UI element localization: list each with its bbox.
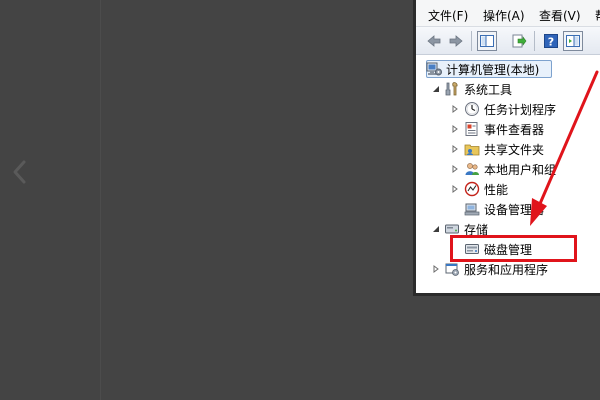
show-hide-console-tree-icon bbox=[480, 35, 494, 47]
expand-arrow-icon[interactable] bbox=[451, 165, 459, 173]
menu-help[interactable]: 帮 bbox=[595, 7, 600, 24]
tree-node-label: 共享文件夹 bbox=[484, 142, 545, 157]
tree-node-label: 事件查看器 bbox=[484, 122, 545, 137]
show-hide-action-pane-icon bbox=[566, 35, 580, 47]
toolbar-separator bbox=[471, 31, 472, 51]
export-list-button[interactable] bbox=[509, 31, 529, 51]
show-hide-console-tree-button[interactable] bbox=[477, 31, 497, 51]
help-button[interactable]: ? bbox=[541, 31, 561, 51]
previous-image-arrow-icon[interactable] bbox=[6, 154, 34, 190]
device-manager-icon bbox=[464, 203, 480, 216]
collapse-arrow-icon[interactable] bbox=[432, 85, 440, 93]
tree-node-shared-folders[interactable]: 共享文件夹 bbox=[464, 139, 544, 159]
tree-node-event-viewer[interactable]: 事件查看器 bbox=[464, 119, 544, 139]
expand-arrow-icon[interactable] bbox=[451, 145, 459, 153]
tree-node-label: 计算机管理(本地) bbox=[446, 62, 540, 77]
forward-button[interactable] bbox=[446, 31, 466, 51]
tree-node-task-scheduler[interactable]: 任务计划程序 bbox=[464, 99, 556, 119]
tree-node-label: 服务和应用程序 bbox=[464, 262, 549, 277]
tree-node-label: 性能 bbox=[484, 182, 509, 197]
back-arrow-icon bbox=[427, 35, 441, 47]
menu-bar: 文件(F) 操作(A) 查看(V) 帮 bbox=[416, 0, 600, 27]
performance-icon bbox=[464, 181, 480, 197]
users-icon bbox=[465, 163, 479, 175]
viewer-divider bbox=[100, 0, 101, 400]
event-viewer-icon bbox=[465, 122, 478, 136]
annotation-highlight-box bbox=[450, 235, 577, 262]
expand-arrow-icon[interactable] bbox=[451, 105, 459, 113]
show-hide-action-pane-button[interactable] bbox=[563, 31, 583, 51]
expand-arrow-icon[interactable] bbox=[451, 185, 459, 193]
tree-node-computer-management[interactable]: 计算机管理(本地) bbox=[426, 59, 539, 79]
toolbar: ? bbox=[416, 27, 600, 55]
menu-action[interactable]: 操作(A) bbox=[483, 7, 525, 24]
toolbar-separator bbox=[534, 31, 535, 51]
tree-node-local-users-groups[interactable]: 本地用户和组 bbox=[464, 159, 556, 179]
computer-management-icon bbox=[426, 62, 442, 76]
collapse-arrow-icon[interactable] bbox=[432, 225, 440, 233]
tree-node-label: 设备管理器 bbox=[484, 202, 545, 217]
forward-arrow-icon bbox=[449, 35, 463, 47]
tree-node-system-tools[interactable]: 系统工具 bbox=[444, 79, 512, 99]
tree-node-label: 系统工具 bbox=[464, 82, 513, 97]
clock-icon bbox=[465, 102, 479, 116]
tree-node-performance[interactable]: 性能 bbox=[464, 179, 508, 199]
help-icon: ? bbox=[544, 34, 558, 49]
tree-node-label: 任务计划程序 bbox=[484, 102, 557, 117]
shared-folder-icon bbox=[464, 144, 480, 156]
tree-node-device-manager[interactable]: 设备管理器 bbox=[464, 199, 544, 219]
window-bottom-edge bbox=[413, 293, 600, 296]
expand-arrow-icon[interactable] bbox=[451, 125, 459, 133]
export-list-icon bbox=[512, 34, 527, 48]
services-applications-icon bbox=[445, 263, 459, 276]
tree-node-services-applications[interactable]: 服务和应用程序 bbox=[444, 259, 548, 279]
back-button[interactable] bbox=[424, 31, 444, 51]
expand-arrow-icon[interactable] bbox=[432, 265, 440, 273]
menu-view[interactable]: 查看(V) bbox=[539, 7, 581, 24]
svg-text:?: ? bbox=[548, 36, 554, 49]
menu-file[interactable]: 文件(F) bbox=[428, 7, 468, 24]
system-tools-icon bbox=[445, 82, 458, 96]
tree-node-label: 本地用户和组 bbox=[484, 162, 557, 177]
